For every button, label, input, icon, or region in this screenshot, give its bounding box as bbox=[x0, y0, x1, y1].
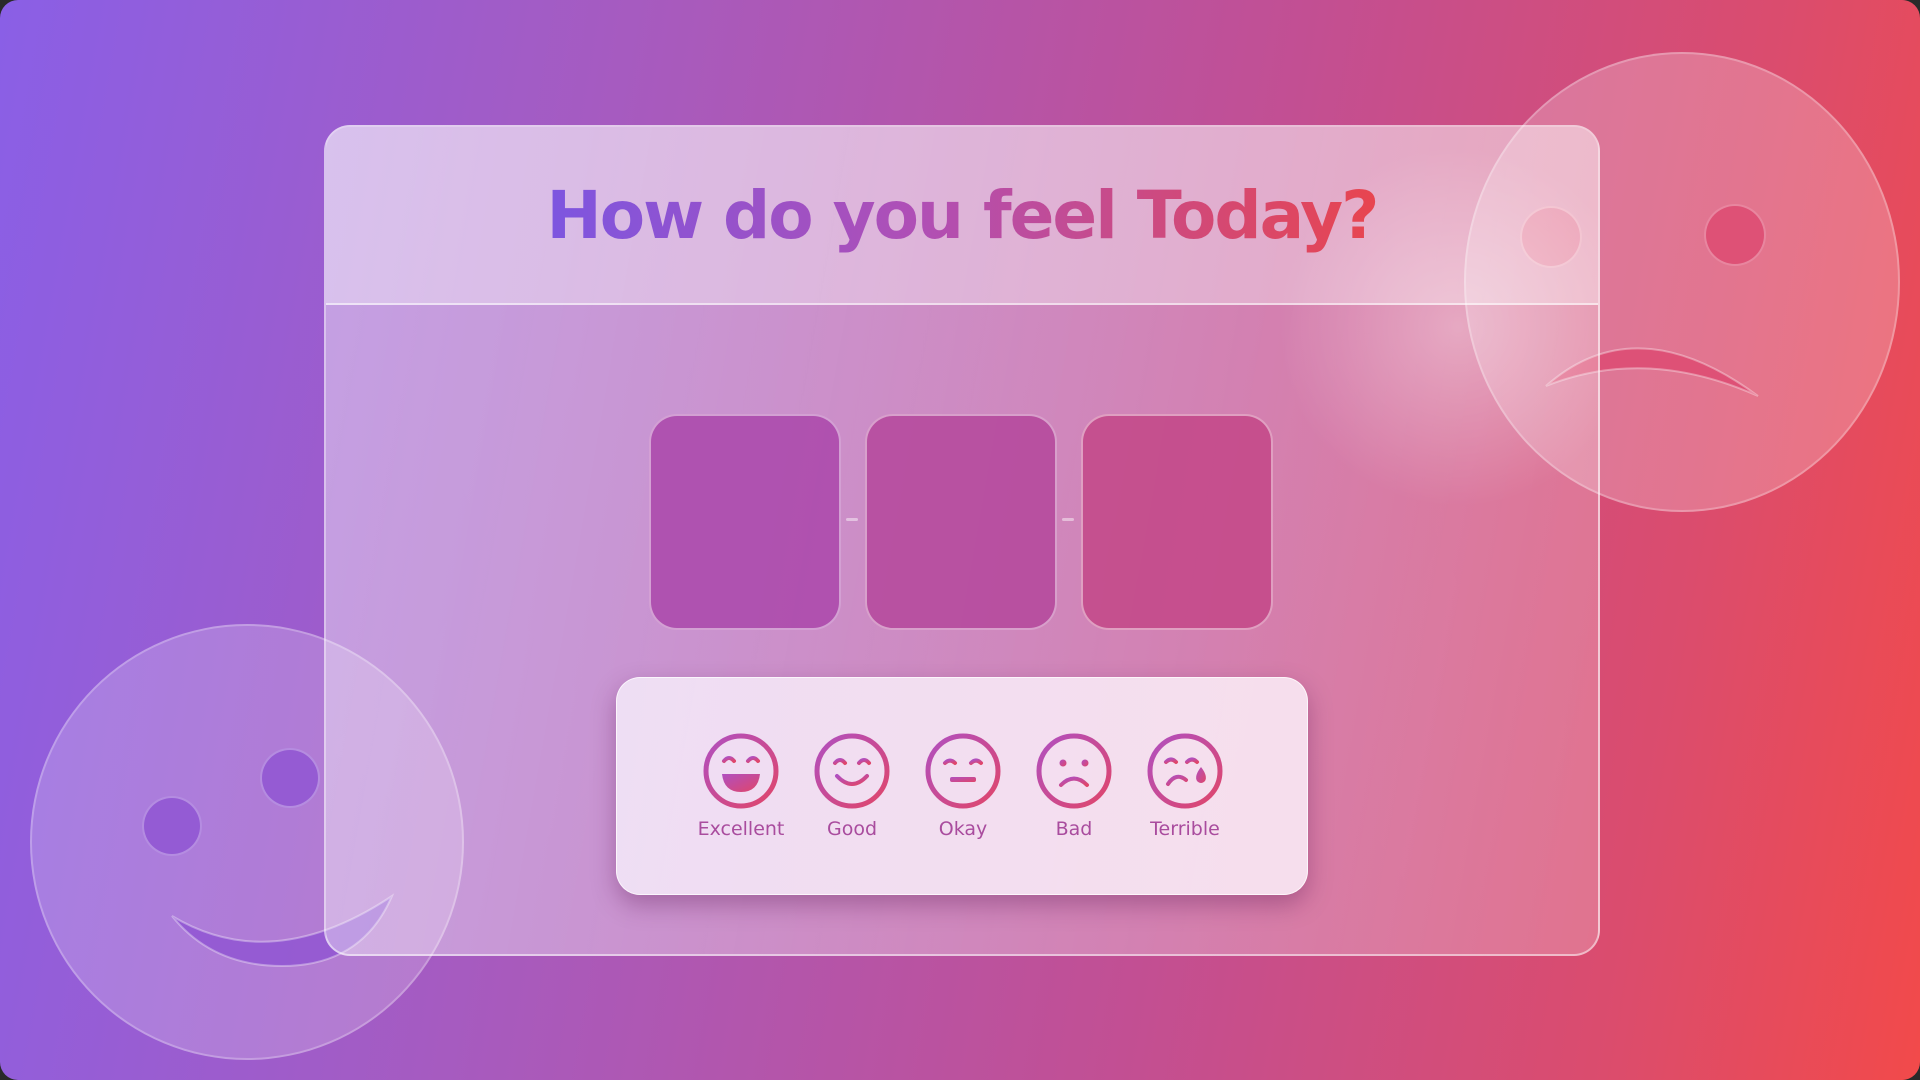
page-title: How do you feel Today? bbox=[546, 176, 1380, 254]
mood-options: Excellent Good Okay Bad Terrible bbox=[686, 732, 1246, 852]
crying-face-icon bbox=[1147, 733, 1223, 809]
mood-slot-3[interactable] bbox=[1081, 414, 1273, 630]
mood-option-label: Terrible bbox=[1150, 818, 1220, 840]
mood-option-okay[interactable]: Okay bbox=[908, 732, 1018, 852]
mood-option-terrible[interactable]: Terrible bbox=[1130, 732, 1240, 852]
grin-face-icon bbox=[703, 733, 779, 809]
slot-separator bbox=[1062, 518, 1074, 521]
mood-picker: Excellent Good Okay Bad Terrible bbox=[616, 677, 1308, 895]
mood-card: How do you feel Today? Excellent Good Ok… bbox=[324, 125, 1600, 956]
smiling-face-icon bbox=[814, 733, 890, 809]
mood-option-good[interactable]: Good bbox=[797, 732, 907, 852]
mood-option-excellent[interactable]: Excellent bbox=[686, 732, 796, 852]
mood-slots bbox=[649, 414, 1273, 630]
frowning-face-icon bbox=[1036, 733, 1112, 809]
slot-separator bbox=[846, 518, 858, 521]
mood-slot-1[interactable] bbox=[649, 414, 841, 630]
mood-option-label: Bad bbox=[1055, 818, 1093, 840]
mood-slot-2[interactable] bbox=[865, 414, 1057, 630]
right-eye bbox=[260, 748, 320, 808]
mood-option-bad[interactable]: Bad bbox=[1019, 732, 1129, 852]
mood-option-label: Good bbox=[826, 818, 878, 840]
neutral-face-icon bbox=[925, 733, 1001, 809]
left-eye bbox=[142, 796, 202, 856]
mood-option-label: Excellent bbox=[697, 818, 785, 840]
background: How do you feel Today? Excellent Good Ok… bbox=[0, 0, 1920, 1080]
mood-option-label: Okay bbox=[938, 818, 988, 840]
right-eye bbox=[1704, 204, 1766, 266]
card-header: How do you feel Today? bbox=[326, 127, 1598, 305]
